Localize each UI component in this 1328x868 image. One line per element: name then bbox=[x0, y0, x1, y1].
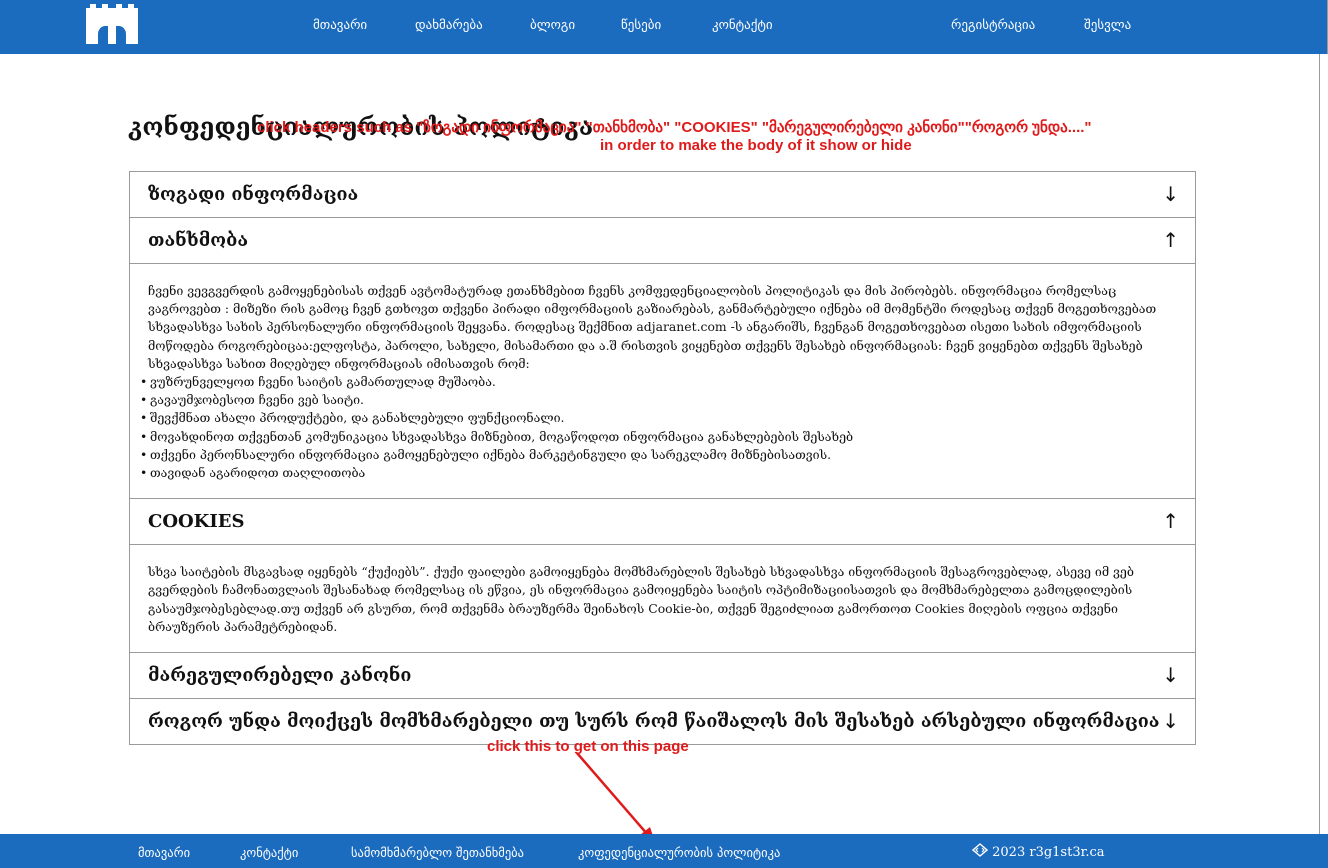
arrow-down-icon[interactable]: ↓ bbox=[1162, 184, 1179, 204]
annotation-headers-hint: click headers such as "ზოგადი ინფორმაცია… bbox=[257, 119, 1092, 136]
accordion-item-law: მარეგულირებელი კანონი ↓ bbox=[130, 652, 1195, 698]
consent-purpose-list: ვუზრუნველყოთ ჩვენი საიტის გამართულად მუშ… bbox=[148, 373, 1177, 482]
list-item: ვუზრუნველყოთ ჩვენი საიტის გამართულად მუშ… bbox=[144, 373, 1177, 391]
list-item: მოვახდინოთ თქვენთან კომუნიკაცია სხვადასხ… bbox=[144, 428, 1177, 446]
accordion-title: როგორ უნდა მოიქცეს მომხმარებელი თუ სურს … bbox=[148, 711, 1160, 733]
accordion-title: მარეგულირებელი კანონი bbox=[148, 665, 412, 687]
nav-link-home[interactable]: მთავარი bbox=[313, 18, 367, 33]
accordion-item-general: ზოგადი ინფორმაცია ↓ bbox=[130, 172, 1195, 217]
accordion-body-cookies: სხვა საიტების მსგავსად იყენებს “ქუქიებს”… bbox=[130, 544, 1195, 652]
accordion-title: ზოგადი ინფორმაცია bbox=[148, 184, 359, 205]
consent-text: ჩვენი ვევგვერდის გამოყენებისას თქვენ ავტ… bbox=[148, 283, 1157, 371]
accordion-header-law[interactable]: მარეგულირებელი კანონი ↓ bbox=[130, 653, 1195, 698]
arrow-down-icon[interactable]: ↓ bbox=[1162, 665, 1179, 685]
copyright-text: 2023 r3g1st3r.ca bbox=[992, 845, 1105, 860]
top-navbar: მთავარი დახმარება ბლოგი წესები კონტაქტი … bbox=[0, 0, 1328, 54]
login-link[interactable]: შესვლა bbox=[1084, 18, 1131, 33]
footer: მთავარი კონტაქტი სამომხმარებლო შეთანხმებ… bbox=[0, 834, 1328, 868]
annotation-toggle-hint: in order to make the body of it show or … bbox=[600, 137, 912, 154]
bridge-logo-icon[interactable] bbox=[86, 4, 138, 44]
annotation-footer-hint: click this to get on this page bbox=[487, 738, 689, 755]
list-item: გავაუმჯობესოთ ჩვენი ვებ საიტი. bbox=[144, 391, 1177, 409]
accordion-item-cookies: COOKIES ↑ სხვა საიტების მსგავსად იყენებს… bbox=[130, 498, 1195, 652]
copyright: 2023 r3g1st3r.ca bbox=[971, 843, 1105, 860]
accordion-item-consent: თანხმობა ↑ ჩვენი ვევგვერდის გამოყენებისა… bbox=[130, 217, 1195, 498]
cookies-text: სხვა საიტების მსგავსად იყენებს “ქუქიებს”… bbox=[148, 564, 1134, 634]
list-item: შევქმნათ ახალი პროდუქტები, და განახლებულ… bbox=[144, 409, 1177, 427]
accordion-body-consent: ჩვენი ვევგვერდის გამოყენებისას თქვენ ავტ… bbox=[130, 263, 1195, 498]
nav-link-help[interactable]: დახმარება bbox=[415, 18, 483, 33]
footer-link-home[interactable]: მთავარი bbox=[138, 845, 190, 860]
accordion-title: COOKIES bbox=[148, 511, 245, 533]
register-link[interactable]: რეგისტრაცია bbox=[951, 18, 1035, 33]
accordion-title: თანხმობა bbox=[148, 230, 249, 251]
accordion-header-cookies[interactable]: COOKIES ↑ bbox=[130, 499, 1195, 544]
diamond-code-icon bbox=[971, 843, 989, 857]
list-item: თავიდან აგარიდოთ თაღლითობა bbox=[144, 464, 1177, 482]
policy-accordion: ზოგადი ინფორმაცია ↓ თანხმობა ↑ ჩვენი ვევ… bbox=[129, 171, 1196, 746]
accordion-header-general[interactable]: ზოგადი ინფორმაცია ↓ bbox=[130, 172, 1195, 217]
arrow-up-icon[interactable]: ↑ bbox=[1162, 230, 1179, 250]
list-item: თქვენი პერონსალური ინფორმაცია გამოყენებუ… bbox=[144, 446, 1177, 464]
nav-link-contact[interactable]: კონტაქტი bbox=[712, 18, 773, 33]
arrow-down-icon[interactable]: ↓ bbox=[1162, 711, 1179, 731]
nav-link-rules[interactable]: წესები bbox=[621, 18, 661, 33]
arrow-up-icon[interactable]: ↑ bbox=[1162, 511, 1179, 531]
footer-link-contact[interactable]: კონტაქტი bbox=[240, 845, 298, 860]
footer-link-user-agreement[interactable]: სამომხმარებლო შეთანხმება bbox=[351, 845, 524, 860]
page-edge-divider bbox=[1319, 54, 1320, 834]
accordion-header-consent[interactable]: თანხმობა ↑ bbox=[130, 218, 1195, 263]
footer-link-privacy-policy[interactable]: კოფედენციალურობის პოლიტიკა bbox=[578, 845, 780, 860]
nav-link-blog[interactable]: ბლოგი bbox=[530, 18, 575, 33]
